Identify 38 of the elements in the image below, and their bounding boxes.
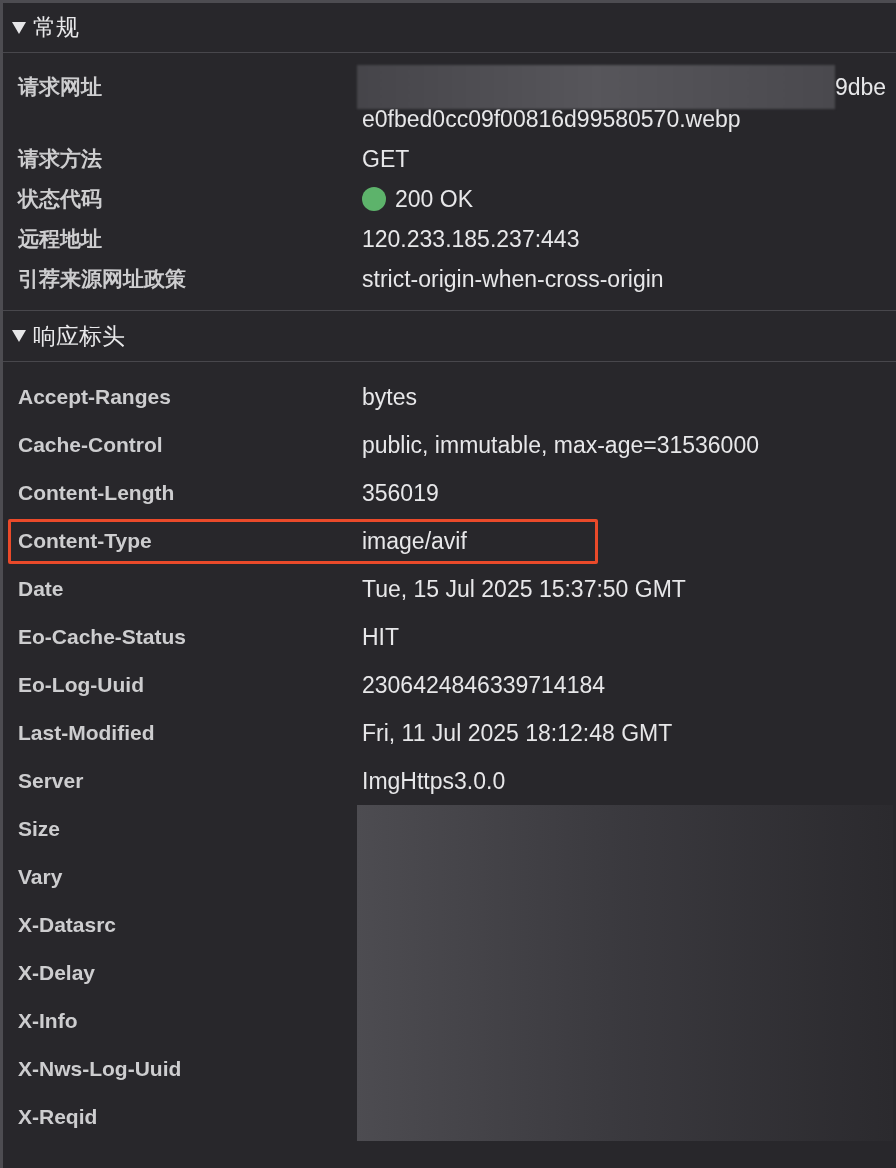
- header-name: Vary: [18, 865, 63, 889]
- header-name: Server: [18, 769, 84, 793]
- header-value: Fri, 11 Jul 2025 18:12:48 GMT: [362, 718, 673, 748]
- field-label: 请求网址: [18, 74, 102, 101]
- header-name: X-Nws-Log-Uuid: [18, 1057, 182, 1081]
- header-value: Tue, 15 Jul 2025 15:37:50 GMT: [362, 574, 686, 604]
- header-name: Cache-Control: [18, 433, 163, 457]
- field-value: strict-origin-when-cross-origin: [362, 264, 664, 294]
- header-value: 356019: [362, 478, 439, 508]
- field-label: 引荐来源网址政策: [18, 266, 186, 293]
- header-value: image/avif: [362, 526, 467, 556]
- header-name: Eo-Log-Uuid: [18, 673, 144, 697]
- header-name: X-Reqid: [18, 1105, 98, 1129]
- header-name: Eo-Cache-Status: [18, 625, 187, 649]
- header-value: ImgHttps3.0.0: [362, 766, 506, 796]
- field-value: 200 OK: [395, 184, 473, 214]
- header-name: X-Delay: [18, 961, 96, 985]
- field-value: 9dbe: [835, 72, 887, 102]
- field-value: GET: [362, 144, 410, 174]
- field-label: 状态代码: [18, 186, 102, 213]
- header-value: bytes: [362, 382, 417, 412]
- field-value: e0fbed0cc09f00816d99580570.webp: [362, 104, 741, 134]
- header-name: Last-Modified: [18, 721, 155, 745]
- header-value: public, immutable, max-age=31536000: [362, 430, 759, 460]
- header-name: X-Info: [18, 1009, 78, 1033]
- field-label: 远程地址: [18, 226, 102, 253]
- header-name: Content-Length: [18, 481, 175, 505]
- section-toggle[interactable]: 响应标头: [3, 311, 896, 362]
- header-value: 2306424846339714184: [362, 670, 606, 700]
- header-name: Accept-Ranges: [18, 385, 171, 409]
- header-name: Date: [18, 577, 64, 601]
- header-name: Size: [18, 817, 61, 841]
- header-value: HIT: [362, 622, 400, 652]
- section-toggle[interactable]: 常规: [3, 3, 896, 53]
- header-name: X-Datasrc: [18, 913, 117, 937]
- field-value: 120.233.185.237:443: [362, 224, 580, 254]
- header-name: Content-Type: [18, 529, 152, 553]
- field-label: 请求方法: [18, 146, 102, 173]
